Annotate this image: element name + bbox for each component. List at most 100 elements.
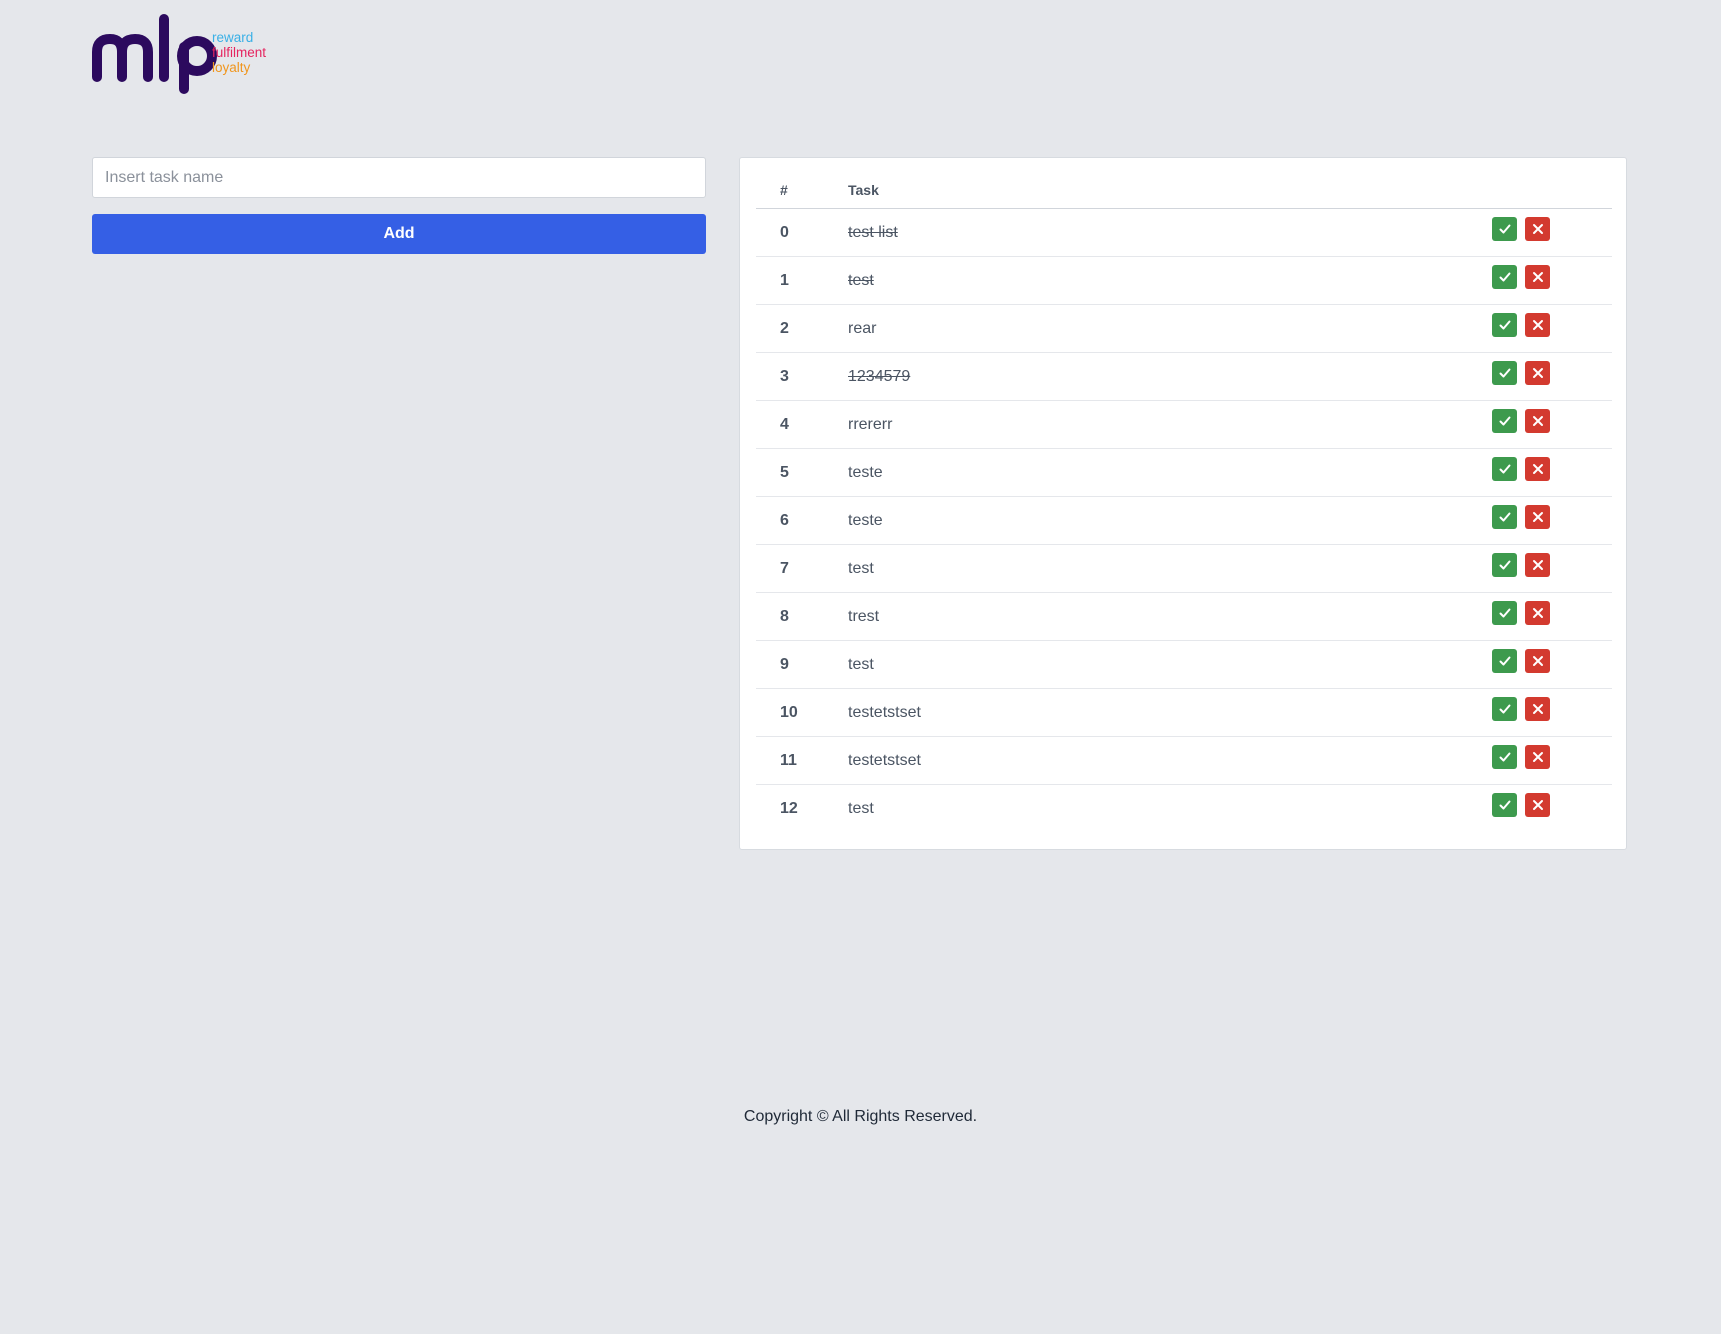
- complete-task-button[interactable]: [1492, 600, 1517, 625]
- table-row: 4 rrererr: [756, 400, 1612, 449]
- table-row: 6 teste: [756, 496, 1612, 545]
- task-name: rrererr: [848, 415, 893, 433]
- complete-task-button[interactable]: [1492, 264, 1517, 289]
- logo-tagline-fulfilment: fulfilment: [212, 45, 266, 60]
- check-icon: [1492, 606, 1517, 620]
- copyright-text: Copyright © All Rights Reserved.: [743, 1108, 978, 1125]
- delete-task-button[interactable]: [1525, 552, 1550, 577]
- task-index: 4: [756, 400, 848, 449]
- task-name: teste: [848, 463, 883, 481]
- logo-tagline-reward: reward: [212, 30, 253, 45]
- table-row: 12 test: [756, 785, 1612, 833]
- delete-task-button[interactable]: [1525, 216, 1550, 241]
- delete-task-button[interactable]: [1525, 360, 1550, 385]
- check-icon: [1492, 702, 1517, 716]
- complete-task-button[interactable]: [1492, 360, 1517, 385]
- complete-task-button[interactable]: [1492, 648, 1517, 673]
- task-name: test: [848, 271, 874, 289]
- task-index: 3: [756, 352, 848, 401]
- task-actions: [1492, 544, 1612, 593]
- task-table: # Task 0 test list 1 test 2 rear 3 1234579 4 rrer…: [756, 172, 1612, 832]
- check-icon: [1492, 366, 1517, 380]
- task-actions: [1492, 400, 1612, 449]
- delete-task-button[interactable]: [1525, 456, 1550, 481]
- logo-tagline-loyalty: loyalty: [212, 60, 251, 75]
- close-icon: [1525, 270, 1550, 284]
- check-icon: [1492, 750, 1517, 764]
- task-list-card: # Task 0 test list 1 test 2 rear 3 1234579 4 rrer…: [739, 157, 1627, 850]
- close-icon: [1525, 654, 1550, 668]
- check-icon: [1492, 510, 1517, 524]
- delete-task-button[interactable]: [1525, 792, 1550, 817]
- complete-task-button[interactable]: [1492, 552, 1517, 577]
- add-task-button[interactable]: Add: [92, 214, 706, 254]
- check-icon: [1492, 414, 1517, 428]
- delete-task-button[interactable]: [1525, 408, 1550, 433]
- task-name: test list: [848, 223, 898, 241]
- table-row: 1 test: [756, 256, 1612, 305]
- complete-task-button[interactable]: [1492, 792, 1517, 817]
- table-header-row: # Task: [756, 172, 1612, 209]
- close-icon: [1525, 702, 1550, 716]
- task-index: 5: [756, 448, 848, 497]
- complete-task-button[interactable]: [1492, 216, 1517, 241]
- task-name: testetstset: [848, 751, 921, 769]
- task-index: 8: [756, 592, 848, 641]
- task-index: 12: [780, 799, 798, 817]
- delete-task-button[interactable]: [1525, 312, 1550, 337]
- complete-task-button[interactable]: [1492, 744, 1517, 769]
- task-index: 10: [756, 688, 848, 737]
- task-name: test: [848, 799, 874, 817]
- column-header-actions: [1492, 172, 1612, 209]
- delete-task-button[interactable]: [1525, 744, 1550, 769]
- task-actions: [1492, 688, 1612, 737]
- close-icon: [1525, 414, 1550, 428]
- complete-task-button[interactable]: [1492, 696, 1517, 721]
- delete-task-button[interactable]: [1525, 696, 1550, 721]
- task-actions: [1492, 352, 1612, 401]
- close-icon: [1525, 606, 1550, 620]
- task-name: 1234579: [848, 367, 911, 385]
- close-icon: [1525, 558, 1550, 572]
- check-icon: [1492, 318, 1517, 332]
- table-row: 2 rear: [756, 304, 1612, 353]
- task-cell: test: [848, 640, 1492, 689]
- table-row: 0 test list: [756, 208, 1612, 257]
- task-actions: [1492, 785, 1612, 833]
- task-cell: test: [848, 544, 1492, 593]
- delete-task-button[interactable]: [1525, 264, 1550, 289]
- complete-task-button[interactable]: [1492, 408, 1517, 433]
- task-cell: teste: [848, 496, 1492, 545]
- table-row: 10 testetstset: [756, 688, 1612, 737]
- footer: Copyright © All Rights Reserved.: [0, 1108, 1721, 1126]
- delete-task-button[interactable]: [1525, 600, 1550, 625]
- complete-task-button[interactable]: [1492, 504, 1517, 529]
- complete-task-button[interactable]: [1492, 312, 1517, 337]
- table-row: 5 teste: [756, 448, 1612, 497]
- close-icon: [1525, 222, 1550, 236]
- task-cell: test: [848, 785, 1492, 833]
- task-cell: 1234579: [848, 352, 1492, 401]
- table-row: 7 test: [756, 544, 1612, 593]
- task-cell: testetstset: [848, 736, 1492, 785]
- brand-logo: reward fulfilment loyalty: [92, 14, 292, 94]
- complete-task-button[interactable]: [1492, 456, 1517, 481]
- task-name: teste: [848, 511, 883, 529]
- check-icon: [1492, 222, 1517, 236]
- task-index: 1: [756, 256, 848, 305]
- task-actions: [1492, 640, 1612, 689]
- table-row: 9 test: [756, 640, 1612, 689]
- delete-task-button[interactable]: [1525, 504, 1550, 529]
- delete-task-button[interactable]: [1525, 648, 1550, 673]
- column-header-index: #: [756, 172, 848, 209]
- task-name-input[interactable]: [92, 157, 706, 198]
- task-actions: [1492, 736, 1612, 785]
- check-icon: [1492, 558, 1517, 572]
- check-icon: [1492, 462, 1517, 476]
- task-actions: [1492, 208, 1612, 257]
- task-cell: test: [848, 256, 1492, 305]
- task-actions: [1492, 304, 1612, 353]
- task-name: trest: [848, 607, 880, 625]
- column-header-task: Task: [848, 172, 1492, 209]
- task-cell: rear: [848, 304, 1492, 353]
